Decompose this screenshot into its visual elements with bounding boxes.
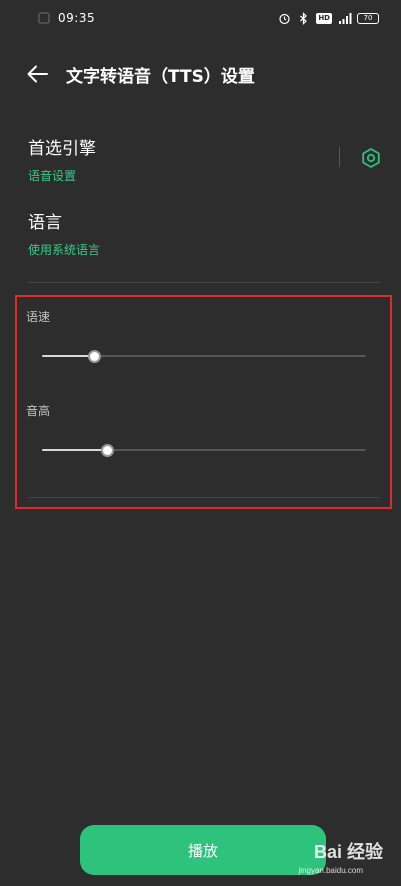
battery-indicator: 70 xyxy=(357,12,379,24)
signal-icon xyxy=(338,12,352,25)
preferred-engine-title: 首选引擎 xyxy=(28,139,96,159)
slider-fill xyxy=(42,449,107,451)
page-title: 文字转语音（TTS）设置 xyxy=(66,66,255,87)
status-bar: 09:35 HD 70 xyxy=(0,0,401,36)
play-button[interactable]: 播放 xyxy=(80,825,326,875)
alarm-icon xyxy=(278,12,291,25)
hd-badge: HD xyxy=(316,12,332,24)
bluetooth-icon xyxy=(297,11,310,25)
watermark-url: jingyan.baidu.com xyxy=(298,866,363,875)
pitch-label: 音高 xyxy=(26,404,51,418)
arrow-left-icon xyxy=(27,65,48,83)
highlight-box xyxy=(15,295,392,509)
baidu-watermark: Bai 经验 xyxy=(313,842,383,862)
notification-icon xyxy=(38,12,50,24)
divider xyxy=(28,282,380,283)
language-item[interactable]: 语言 使用系统语言 xyxy=(28,208,378,258)
slider-thumb[interactable] xyxy=(87,350,101,363)
language-title: 语言 xyxy=(28,213,62,233)
status-left: 09:35 xyxy=(38,11,95,25)
vertical-divider xyxy=(339,147,340,167)
slider-thumb[interactable] xyxy=(100,444,114,457)
use-system-language-link[interactable]: 使用系统语言 xyxy=(28,241,378,258)
back-button[interactable] xyxy=(22,59,52,89)
status-time: 09:35 xyxy=(58,11,96,25)
engine-settings-button[interactable] xyxy=(358,145,384,171)
speech-rate-slider[interactable] xyxy=(42,350,366,363)
voice-settings-link[interactable]: 语音设置 xyxy=(28,167,378,184)
status-right: HD 70 xyxy=(278,11,379,25)
slider-fill xyxy=(42,355,94,357)
divider xyxy=(28,497,380,498)
speech-rate-label: 语速 xyxy=(26,310,51,324)
app-header: 文字转语音（TTS）设置 xyxy=(0,52,401,96)
pitch-slider[interactable] xyxy=(42,444,366,457)
gear-icon xyxy=(362,148,380,168)
preferred-engine-item[interactable]: 首选引擎 语音设置 xyxy=(28,134,378,184)
